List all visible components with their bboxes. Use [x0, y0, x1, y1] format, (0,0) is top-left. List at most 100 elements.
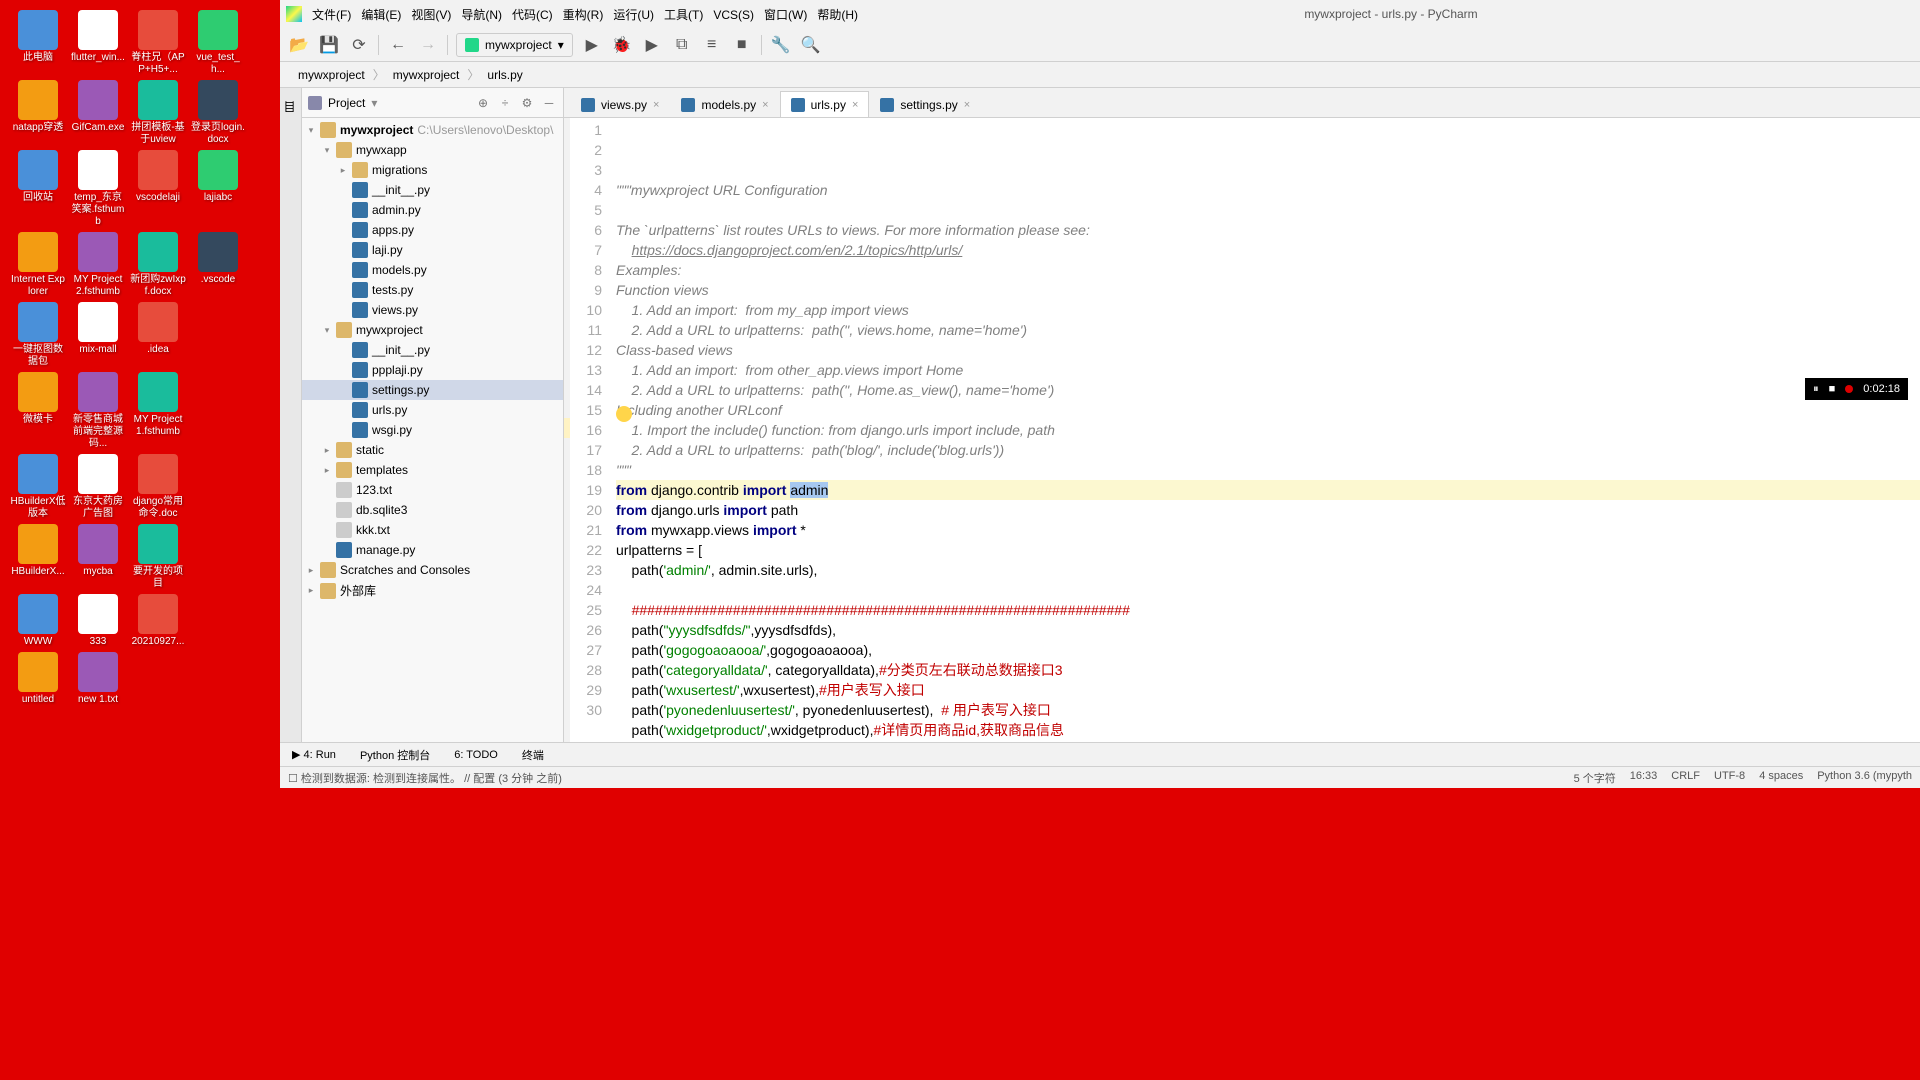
run-icon[interactable]: ▶	[581, 34, 603, 56]
gear-icon[interactable]: ⚙	[519, 95, 535, 111]
desktop-icon[interactable]: flutter_win...	[70, 10, 126, 64]
tree-item[interactable]: models.py	[302, 260, 563, 280]
desktop-icon[interactable]: 此电脑	[10, 10, 66, 64]
status-item[interactable]: 4 spaces	[1759, 770, 1803, 786]
desktop-icon[interactable]: 回收站	[10, 150, 66, 204]
tree-item[interactable]: manage.py	[302, 540, 563, 560]
editor-tab[interactable]: models.py ×	[670, 91, 779, 117]
tree-item[interactable]: ▸templates	[302, 460, 563, 480]
status-item[interactable]: CRLF	[1671, 770, 1700, 786]
status-item[interactable]: UTF-8	[1714, 770, 1745, 786]
tree-item[interactable]: urls.py	[302, 400, 563, 420]
menu-item[interactable]: 编辑(E)	[361, 8, 401, 22]
tree-item[interactable]: kkk.txt	[302, 520, 563, 540]
stop-icon[interactable]: ■	[1829, 383, 1836, 395]
desktop-icon[interactable]: temp_东京笑案.fsthumb	[70, 150, 126, 228]
desktop-icon[interactable]: GifCam.exe	[70, 80, 126, 134]
tree-item[interactable]: settings.py	[302, 380, 563, 400]
desktop-icon[interactable]: 新零售商城前端完整源码...	[70, 372, 126, 450]
desktop-icon[interactable]: untitled	[10, 652, 66, 706]
tree-item[interactable]: ▾mywxprojectC:\Users\lenovo\Desktop\	[302, 120, 563, 140]
desktop-icon[interactable]: mycba	[70, 524, 126, 578]
desktop-icon[interactable]: HBuilderX...	[10, 524, 66, 578]
editor-tab[interactable]: urls.py ×	[780, 91, 870, 117]
desktop-icon[interactable]: 脊柱兄（APP+H5+...	[130, 10, 186, 76]
code-content[interactable]: """mywxproject URL Configuration The `ur…	[610, 118, 1920, 742]
status-item[interactable]: 5 个字符	[1574, 770, 1616, 786]
status-item[interactable]: Python 3.6 (mypyth	[1817, 770, 1912, 786]
bottom-tab[interactable]: ▶ 4: Run	[280, 748, 348, 761]
bottom-tab[interactable]: 6: TODO	[442, 749, 510, 761]
desktop-icon[interactable]: HBuilderX低版本	[10, 454, 66, 520]
menu-item[interactable]: 窗口(W)	[764, 8, 807, 22]
menu-item[interactable]: 工具(T)	[664, 8, 703, 22]
tree-item[interactable]: ▸static	[302, 440, 563, 460]
bottom-tab[interactable]: Python 控制台	[348, 747, 442, 763]
coverage-icon[interactable]: ▶	[641, 34, 663, 56]
desktop-icon[interactable]: 要开发的项目	[130, 524, 186, 590]
open-icon[interactable]: 📂	[288, 34, 310, 56]
concurrent-icon[interactable]: ≡	[701, 34, 723, 56]
pause-icon[interactable]: ⏸	[1813, 383, 1819, 396]
desktop-icon[interactable]: .idea	[130, 302, 186, 356]
code-editor[interactable]: 1234567891011121314151617181920212223242…	[564, 118, 1920, 742]
close-tab-icon[interactable]: ×	[852, 99, 858, 111]
back-icon[interactable]: ←	[387, 34, 409, 56]
run-config-selector[interactable]: mywxproject ▾	[456, 33, 573, 57]
tree-item[interactable]: ▾mywxproject	[302, 320, 563, 340]
search-icon[interactable]: 🔍	[800, 34, 822, 56]
locate-icon[interactable]: ⊕	[475, 95, 491, 111]
tree-item[interactable]: ▸migrations	[302, 160, 563, 180]
desktop-icon[interactable]: 微模卡	[10, 372, 66, 426]
desktop-icon[interactable]: 20210927...	[130, 594, 186, 648]
desktop-icon[interactable]: 新团购zwIxpf.docx	[130, 232, 186, 298]
hide-icon[interactable]: ─	[541, 95, 557, 111]
menu-item[interactable]: 导航(N)	[461, 8, 502, 22]
tree-item[interactable]: ▾mywxapp	[302, 140, 563, 160]
menu-item[interactable]: 重构(R)	[563, 8, 604, 22]
menu-item[interactable]: 视图(V)	[411, 8, 451, 22]
debug-icon[interactable]: 🐞	[611, 34, 633, 56]
desktop-icon[interactable]: vue_test_h...	[190, 10, 246, 76]
desktop-icon[interactable]: Internet Explorer	[10, 232, 66, 298]
menu-item[interactable]: 帮助(H)	[817, 8, 858, 22]
chevron-down-icon[interactable]: ▾	[371, 96, 377, 110]
close-tab-icon[interactable]: ×	[964, 99, 970, 111]
desktop-icon[interactable]: MY Project 2.fsthumb	[70, 232, 126, 298]
tree-item[interactable]: ppplaji.py	[302, 360, 563, 380]
tree-item[interactable]: db.sqlite3	[302, 500, 563, 520]
status-item[interactable]: 16:33	[1630, 770, 1658, 786]
profile-icon[interactable]: ⧉	[671, 34, 693, 56]
refresh-icon[interactable]: ⟳	[348, 34, 370, 56]
breadcrumb-item[interactable]: mywxproject	[385, 68, 468, 82]
desktop-icon[interactable]: WWW	[10, 594, 66, 648]
save-icon[interactable]: 💾	[318, 34, 340, 56]
breadcrumb-item[interactable]: urls.py	[479, 68, 530, 82]
desktop-icon[interactable]: new 1.txt	[70, 652, 126, 706]
project-tree[interactable]: ▾mywxprojectC:\Users\lenovo\Desktop\ ▾my…	[302, 118, 563, 742]
stop-icon[interactable]: ■	[731, 34, 753, 56]
desktop-icon[interactable]: MY Project 1.fsthumb	[130, 372, 186, 438]
desktop-icon[interactable]: 一键抠图数据包	[10, 302, 66, 368]
tree-item[interactable]: views.py	[302, 300, 563, 320]
menu-item[interactable]: 运行(U)	[613, 8, 654, 22]
desktop-icon[interactable]: django常用命令.doc	[130, 454, 186, 520]
menu-item[interactable]: VCS(S)	[713, 8, 754, 22]
editor-tab[interactable]: views.py ×	[570, 91, 670, 117]
desktop-icon[interactable]: 登录页login.docx	[190, 80, 246, 146]
close-tab-icon[interactable]: ×	[653, 99, 659, 111]
left-tab-project[interactable]: 1: 项目	[280, 96, 301, 122]
menu-item[interactable]: 代码(C)	[512, 8, 553, 22]
desktop-icon[interactable]: mix-mall	[70, 302, 126, 356]
tree-item[interactable]: __init__.py	[302, 180, 563, 200]
desktop-icon[interactable]: natapp穿透	[10, 80, 66, 134]
bottom-tab[interactable]: 终端	[510, 747, 556, 763]
screen-recorder-overlay[interactable]: ⏸ ■ 0:02:18	[1805, 378, 1908, 400]
desktop-icon[interactable]: 拼团模板-基于uview	[130, 80, 186, 146]
tree-item[interactable]: ▸Scratches and Consoles	[302, 560, 563, 580]
build-icon[interactable]: 🔧	[770, 34, 792, 56]
tree-item[interactable]: ▸外部库	[302, 580, 563, 601]
forward-icon[interactable]: →	[417, 34, 439, 56]
tree-item[interactable]: 123.txt	[302, 480, 563, 500]
breadcrumb-item[interactable]: mywxproject	[290, 68, 373, 82]
